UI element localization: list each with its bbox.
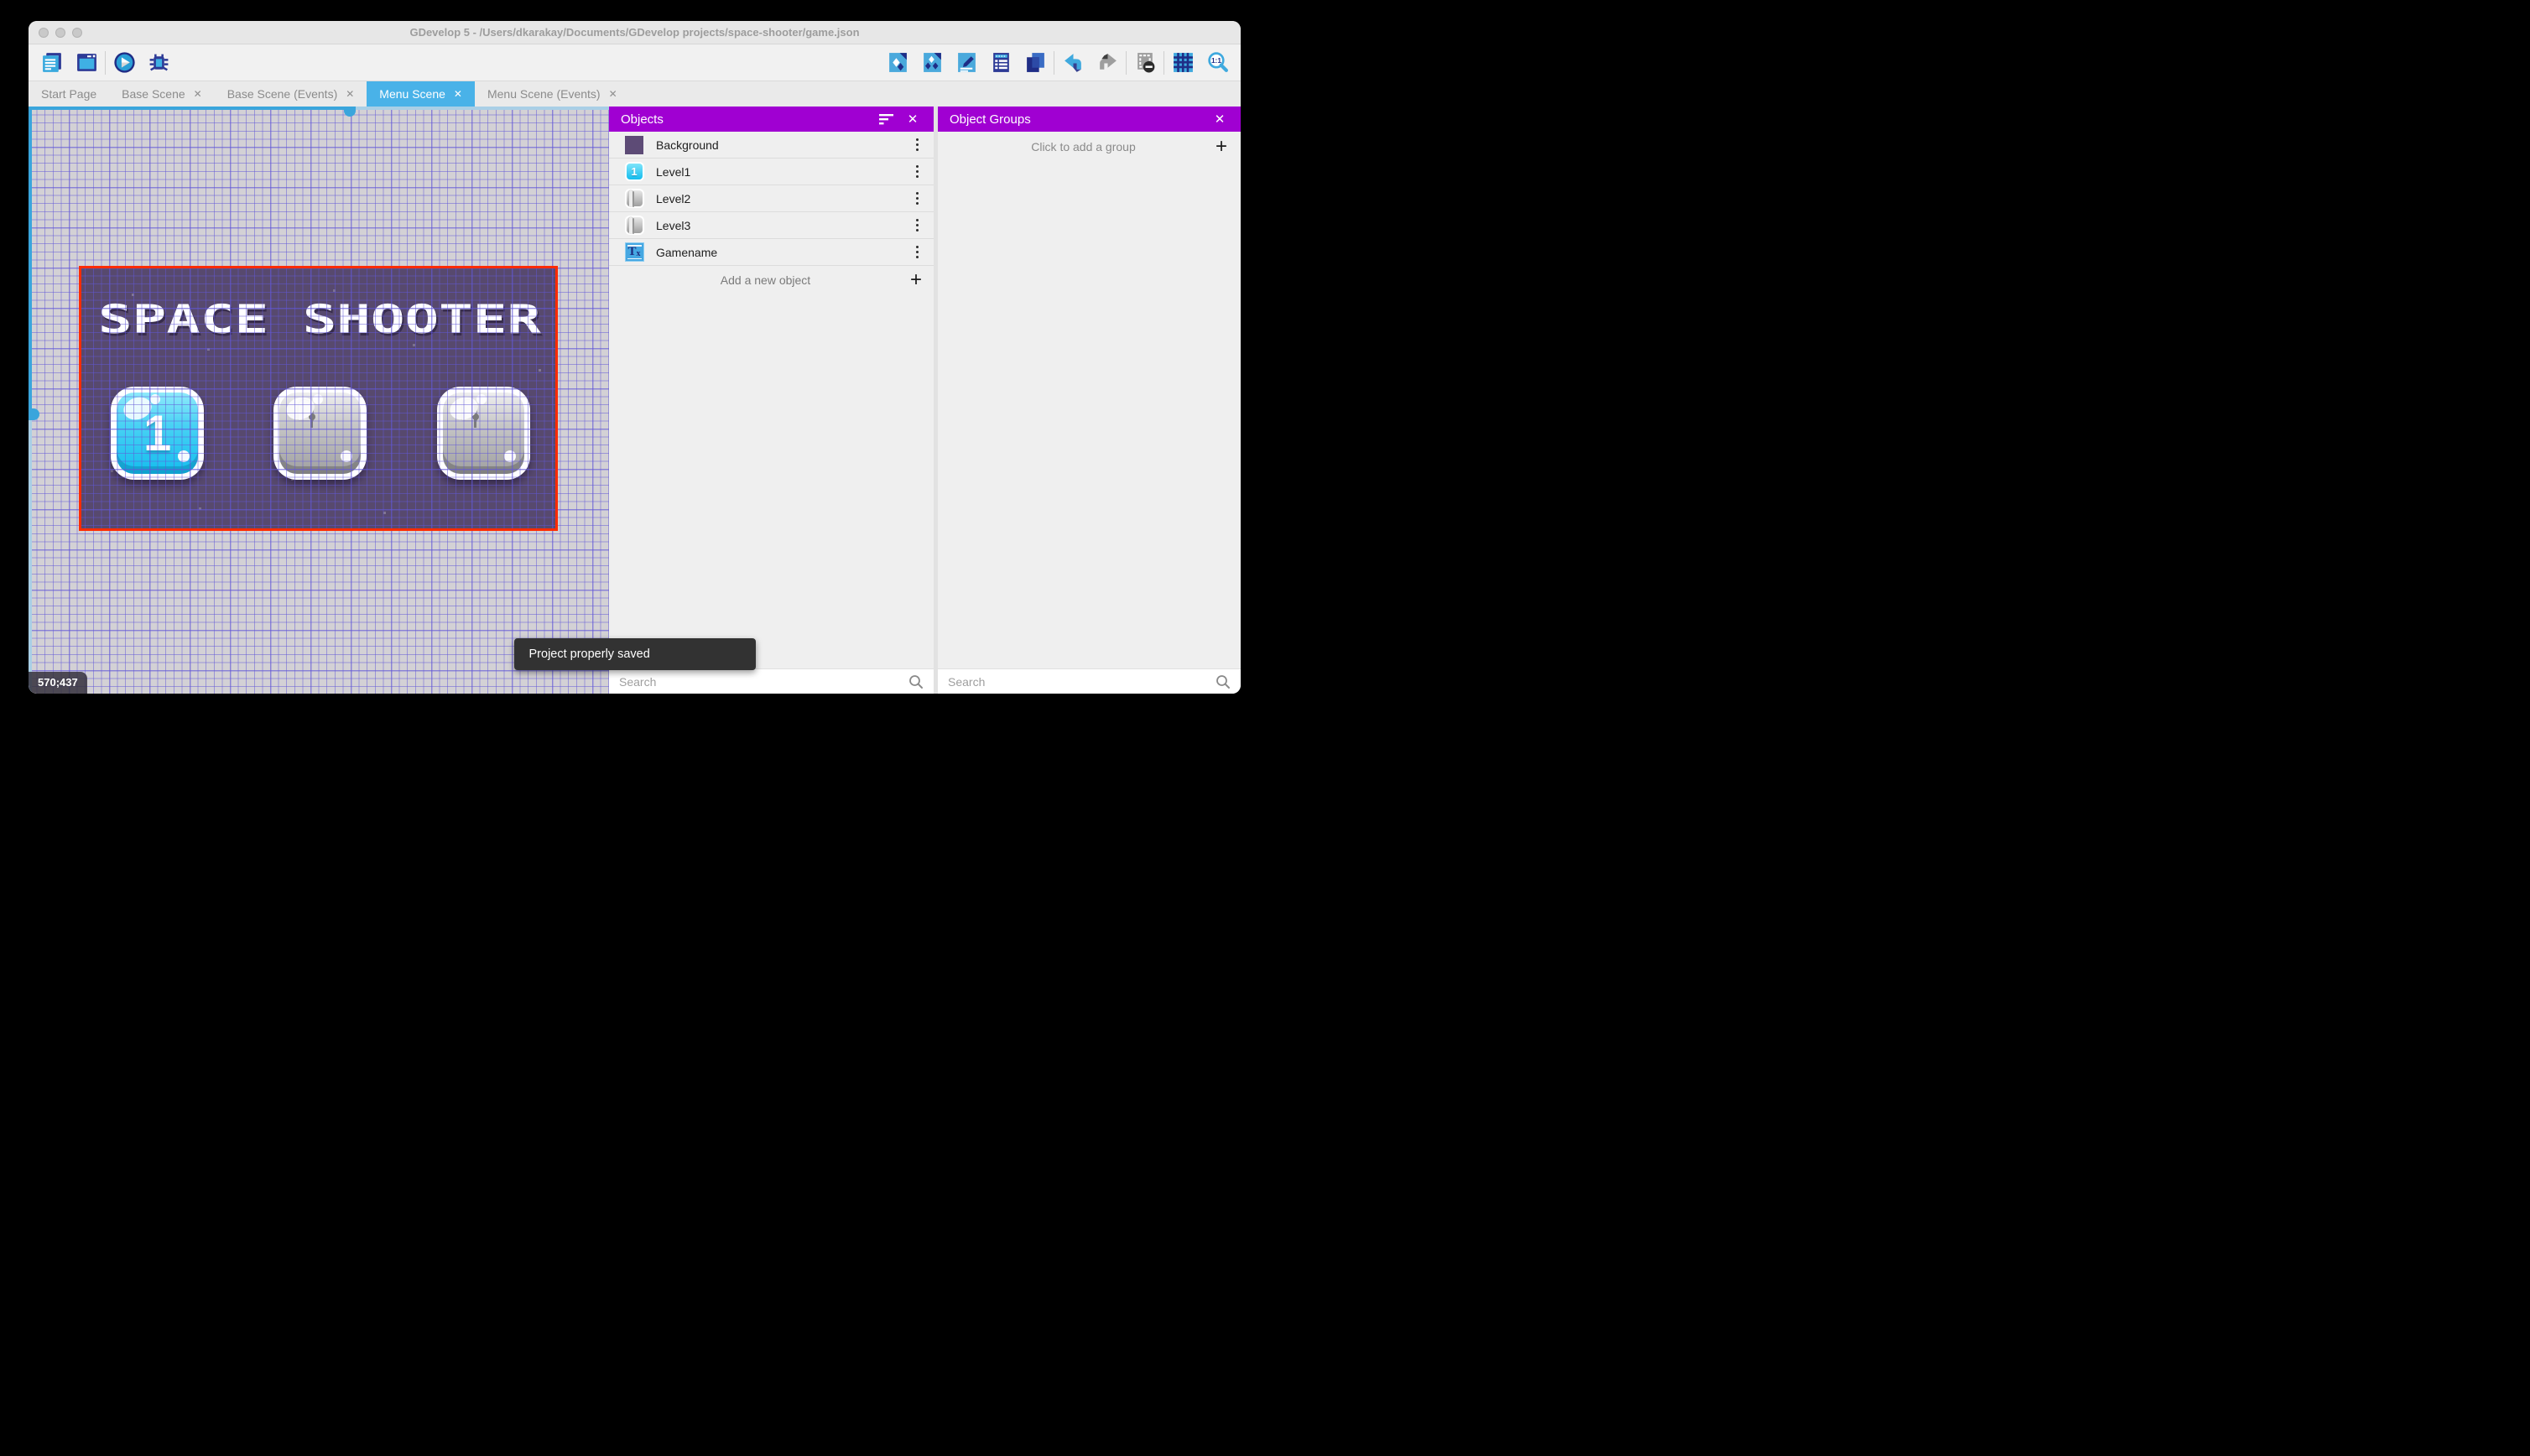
groups-search-row — [938, 668, 1241, 694]
level3-thumbnail — [624, 216, 644, 236]
gloss-dot — [341, 450, 352, 462]
close-tab-icon[interactable]: ✕ — [346, 88, 354, 100]
groups-search-input[interactable] — [948, 674, 1216, 689]
delete-instances-icon[interactable] — [1133, 51, 1157, 75]
level-2-locked-button-object[interactable] — [273, 387, 367, 480]
project-manager-icon[interactable] — [40, 51, 64, 75]
zoom-level-label: 1:1 — [1210, 56, 1221, 65]
object-groups-panel: Object Groups ✕ Click to add a group + — [938, 107, 1241, 694]
toolbar-divider — [1126, 50, 1127, 75]
undo-icon[interactable] — [1061, 51, 1085, 75]
play-icon[interactable] — [112, 51, 136, 75]
tab-menu-scene-events[interactable]: Menu Scene (Events) ✕ — [475, 81, 630, 107]
scene-canvas[interactable]: SPACE SHOOTER SPACE SHOOTER 1 570;437 — [29, 107, 609, 694]
add-group-plus-icon[interactable]: + — [1216, 137, 1227, 157]
filter-icon[interactable] — [877, 110, 895, 128]
toolbar-divider — [105, 50, 106, 75]
object-name: Level3 — [656, 218, 691, 232]
object-row-gamename[interactable]: Tx Gamename — [609, 239, 934, 266]
search-icon[interactable] — [1216, 674, 1231, 689]
scene-properties-icon[interactable] — [955, 51, 978, 75]
object-groups-icon[interactable] — [920, 51, 944, 75]
gloss-dot — [178, 450, 190, 462]
object-menu-icon[interactable] — [911, 135, 924, 155]
groups-panel-title: Object Groups — [950, 112, 1031, 127]
close-tab-icon[interactable]: ✕ — [194, 88, 202, 100]
add-group-label: Click to add a group — [1031, 140, 1136, 153]
level-3-locked-button-object[interactable] — [437, 387, 530, 480]
objects-search-input[interactable] — [619, 674, 908, 689]
redo-icon[interactable] — [1096, 51, 1119, 75]
tab-start-page[interactable]: Start Page — [29, 81, 109, 107]
object-row-level3[interactable]: Level3 — [609, 212, 934, 239]
tab-base-scene[interactable]: Base Scene ✕ — [109, 81, 215, 107]
layers-icon[interactable] — [1023, 51, 1047, 75]
v-scroll-thumb[interactable] — [29, 408, 39, 420]
object-menu-icon[interactable] — [911, 162, 924, 182]
main-toolbar: 1:1 — [29, 44, 1241, 81]
level-1-button-object[interactable]: 1 — [111, 387, 204, 480]
search-icon[interactable] — [908, 674, 924, 689]
tab-label: Menu Scene — [379, 87, 445, 101]
tab-label: Start Page — [41, 87, 97, 101]
objects-panel: Objects ✕ Background 1 Level1 Level2 Lev… — [609, 107, 934, 694]
scene-title-text-object[interactable]: SPACE SHOOTER SPACE SHOOTER — [90, 294, 547, 346]
gloss-highlight — [313, 394, 323, 404]
add-object-label: Add a new object — [720, 273, 811, 287]
cursor-coordinates-badge: 570;437 — [29, 672, 87, 694]
object-menu-icon[interactable] — [911, 189, 924, 209]
objects-panel-header: Objects ✕ — [609, 107, 934, 132]
gloss-dot — [504, 450, 516, 462]
tab-label: Base Scene — [122, 87, 185, 101]
add-group-row[interactable]: Click to add a group + — [938, 132, 1241, 162]
object-menu-icon[interactable] — [911, 242, 924, 263]
close-tab-icon[interactable]: ✕ — [454, 88, 462, 100]
gloss-highlight — [476, 394, 487, 404]
groups-panel-header: Object Groups ✕ — [938, 107, 1241, 132]
game-scene-area[interactable]: SPACE SHOOTER SPACE SHOOTER 1 — [81, 268, 555, 528]
close-panel-icon[interactable]: ✕ — [1210, 110, 1229, 128]
app-window: GDevelop 5 - /Users/dkarakay/Documents/G… — [29, 21, 1241, 694]
start-page-icon[interactable] — [75, 51, 98, 75]
canvas-vertical-scrollbar[interactable] — [29, 107, 39, 694]
object-row-level1[interactable]: 1 Level1 — [609, 159, 934, 185]
object-name: Gamename — [656, 245, 718, 259]
add-object-row[interactable]: Add a new object + — [609, 266, 934, 294]
h-scroll-thumb[interactable] — [344, 107, 356, 117]
object-row-background[interactable]: Background — [609, 132, 934, 159]
instances-list-icon[interactable] — [989, 51, 1013, 75]
save-toast: Project properly saved — [513, 638, 756, 670]
add-object-icon[interactable] — [886, 51, 909, 75]
add-object-plus-icon[interactable]: + — [910, 270, 922, 290]
object-name: Level2 — [656, 191, 691, 205]
canvas-horizontal-scrollbar[interactable] — [29, 107, 609, 117]
star-specks — [81, 268, 84, 271]
tab-label: Menu Scene (Events) — [487, 87, 601, 101]
object-name: Level1 — [656, 164, 691, 179]
background-thumbnail — [624, 135, 644, 155]
level1-thumbnail: 1 — [624, 162, 644, 182]
gamename-thumbnail: Tx — [624, 242, 644, 263]
window-title: GDevelop 5 - /Users/dkarakay/Documents/G… — [409, 26, 860, 39]
objects-search-row — [609, 668, 934, 694]
objects-panel-title: Objects — [621, 112, 664, 127]
object-name: Background — [656, 138, 719, 152]
scene-title: SPACE SHOOTER — [98, 297, 542, 343]
editor-tabs: Start Page Base Scene ✕ Base Scene (Even… — [29, 81, 1241, 107]
title-bar: GDevelop 5 - /Users/dkarakay/Documents/G… — [29, 21, 1241, 44]
level2-thumbnail — [624, 189, 644, 209]
object-row-level2[interactable]: Level2 — [609, 185, 934, 212]
close-tab-icon[interactable]: ✕ — [609, 88, 617, 100]
toolbar-divider — [1163, 50, 1164, 75]
tab-menu-scene[interactable]: Menu Scene ✕ — [367, 81, 475, 107]
level-1-label: 1 — [143, 404, 172, 461]
tab-label: Base Scene (Events) — [226, 87, 338, 101]
tab-base-scene-events[interactable]: Base Scene (Events) ✕ — [215, 81, 367, 107]
debug-icon[interactable] — [147, 51, 170, 75]
grid-icon[interactable] — [1171, 51, 1195, 75]
object-menu-icon[interactable] — [911, 216, 924, 236]
gloss-highlight — [150, 394, 160, 404]
zoom-icon[interactable]: 1:1 — [1205, 51, 1229, 75]
close-panel-icon[interactable]: ✕ — [903, 110, 922, 128]
